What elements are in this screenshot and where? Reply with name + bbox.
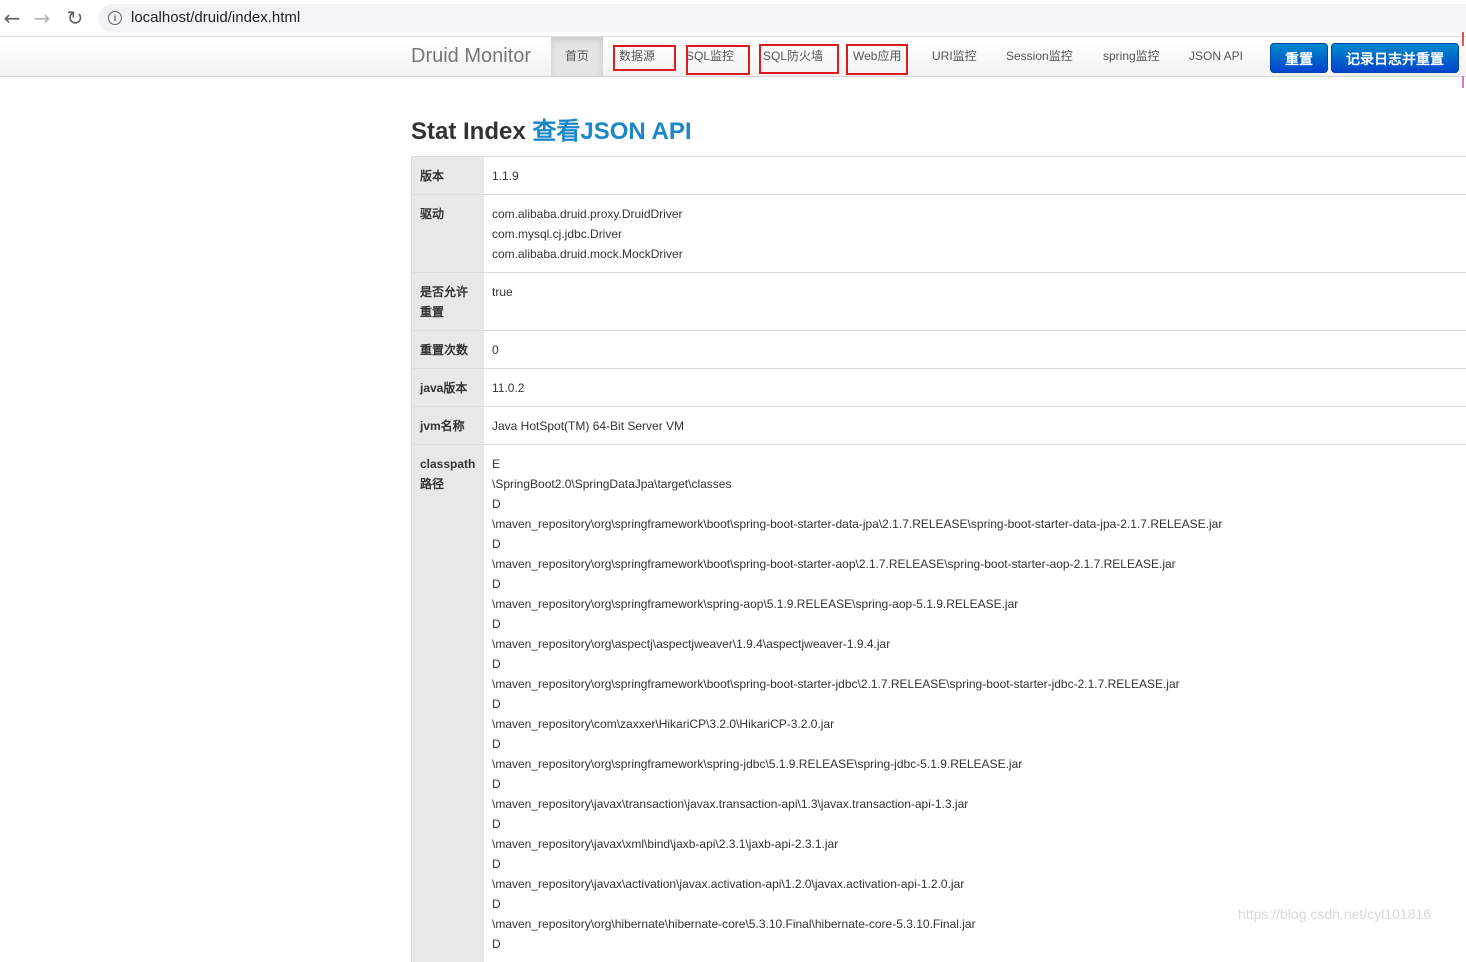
row-key: classpath路径: [412, 445, 485, 962]
table-row: jvm名称 Java HotSpot(TM) 64-Bit Server VM: [412, 407, 1466, 445]
value-line: \SpringBoot2.0\SpringDataJpa\target\clas…: [492, 474, 1463, 494]
row-value: true: [484, 273, 1466, 331]
reset-button[interactable]: 重置: [1270, 43, 1328, 73]
table-row: 是否允许重置 true: [412, 273, 1466, 331]
table-row: java版本 11.0.2: [412, 369, 1466, 407]
row-value: E\SpringBoot2.0\SpringDataJpa\target\cla…: [484, 445, 1466, 962]
value-line: \maven_repository\org\springframework\sp…: [492, 754, 1463, 774]
forward-arrow-icon[interactable]: →: [30, 6, 54, 30]
nav-item-session-monitor[interactable]: Session监控: [1006, 37, 1073, 76]
row-value: 1.1.9: [484, 157, 1466, 195]
nav-item-sql-firewall[interactable]: SQL防火墙: [763, 37, 823, 76]
table-row: 驱动com.alibaba.druid.proxy.DruidDrivercom…: [412, 195, 1466, 273]
row-key: jvm名称: [412, 407, 485, 445]
row-key: java版本: [412, 369, 485, 407]
value-line: [492, 302, 1463, 322]
value-line: \maven_repository\org\springframework\bo…: [492, 674, 1463, 694]
value-line: D: [492, 574, 1463, 594]
log-and-reset-button[interactable]: 记录日志并重置: [1331, 43, 1459, 73]
reload-icon[interactable]: ↻: [63, 6, 87, 30]
nav-item-json-api[interactable]: JSON API: [1189, 37, 1243, 76]
value-line: D: [492, 934, 1463, 954]
value-line: D: [492, 614, 1463, 634]
table-row: 版本 1.1.9: [412, 157, 1466, 195]
value-line: D: [492, 814, 1463, 834]
value-line: E: [492, 454, 1463, 474]
value-line: \maven_repository\org\aspectj\aspectjwea…: [492, 634, 1463, 654]
value-line: 1.1.9: [492, 166, 1463, 186]
address-bar[interactable]: i localhost/druid/index.html: [98, 4, 1466, 32]
value-line: \maven_repository\com\zaxxer\HikariCP\3.…: [492, 714, 1463, 734]
value-line: 0: [492, 340, 1463, 360]
row-value: com.alibaba.druid.proxy.DruidDrivercom.m…: [484, 195, 1466, 273]
value-line: D: [492, 534, 1463, 554]
nav-item-web-app[interactable]: Web应用: [853, 37, 901, 76]
value-line: D: [492, 654, 1463, 674]
value-line: 11.0.2: [492, 378, 1463, 398]
value-line: \maven_repository\javax\xml\bind\jaxb-ap…: [492, 834, 1463, 854]
browser-toolbar: ← → ↻ i localhost/druid/index.html: [0, 0, 1466, 37]
edge-marker-icon: [1461, 32, 1465, 88]
json-api-link[interactable]: 查看JSON API: [532, 118, 691, 145]
stat-index-table: 版本1.1.9驱动com.alibaba.druid.proxy.DruidDr…: [411, 156, 1466, 962]
value-line: D: [492, 494, 1463, 514]
value-line: \maven_repository\javax\transaction\java…: [492, 794, 1463, 814]
table-row: classpath路径E\SpringBoot2.0\SpringDataJpa…: [412, 445, 1466, 962]
value-line: \maven_repository\org\springframework\bo…: [492, 514, 1463, 534]
value-line: com.alibaba.druid.proxy.DruidDriver: [492, 204, 1463, 224]
row-key: 是否允许重置: [412, 273, 485, 331]
row-value: 11.0.2: [484, 369, 1466, 407]
page-title: Stat Index 查看JSON API: [411, 111, 692, 146]
druid-navbar: Druid Monitor 首页 数据源 SQL监控 SQL防火墙 Web应用 …: [0, 37, 1466, 77]
watermark: https://blog.csdn.net/cyl101816: [1238, 906, 1431, 922]
nav-item-sql-monitor[interactable]: SQL监控: [686, 37, 734, 76]
row-value: 0: [484, 331, 1466, 369]
page-title-text: Stat Index: [411, 118, 526, 145]
row-key: 重置次数: [412, 331, 485, 369]
url-text[interactable]: localhost/druid/index.html: [131, 9, 300, 26]
value-line: com.mysql.cj.jdbc.Driver: [492, 224, 1463, 244]
value-line: D: [492, 854, 1463, 874]
value-line: D: [492, 774, 1463, 794]
nav-item-spring-monitor[interactable]: spring监控: [1103, 37, 1160, 76]
row-key: 版本: [412, 157, 485, 195]
value-line: \maven_repository\javax\activation\javax…: [492, 874, 1463, 894]
back-arrow-icon[interactable]: ←: [0, 6, 24, 30]
value-line: D: [492, 734, 1463, 754]
nav-item-home[interactable]: 首页: [551, 37, 603, 76]
value-line: com.alibaba.druid.mock.MockDriver: [492, 244, 1463, 264]
nav-item-datasource[interactable]: 数据源: [619, 37, 655, 76]
brand-title[interactable]: Druid Monitor: [411, 45, 531, 68]
row-key: 驱动: [412, 195, 485, 273]
table-row: 重置次数 0: [412, 331, 1466, 369]
row-value: Java HotSpot(TM) 64-Bit Server VM: [484, 407, 1466, 445]
value-line: \maven_repository\org\springframework\bo…: [492, 554, 1463, 574]
value-line: \maven_repository\org\springframework\sp…: [492, 594, 1463, 614]
value-line: true: [492, 282, 1463, 302]
site-info-icon[interactable]: i: [108, 11, 122, 25]
nav-item-uri-monitor[interactable]: URI监控: [932, 37, 977, 76]
value-line: Java HotSpot(TM) 64-Bit Server VM: [492, 416, 1463, 436]
value-line: D: [492, 694, 1463, 714]
